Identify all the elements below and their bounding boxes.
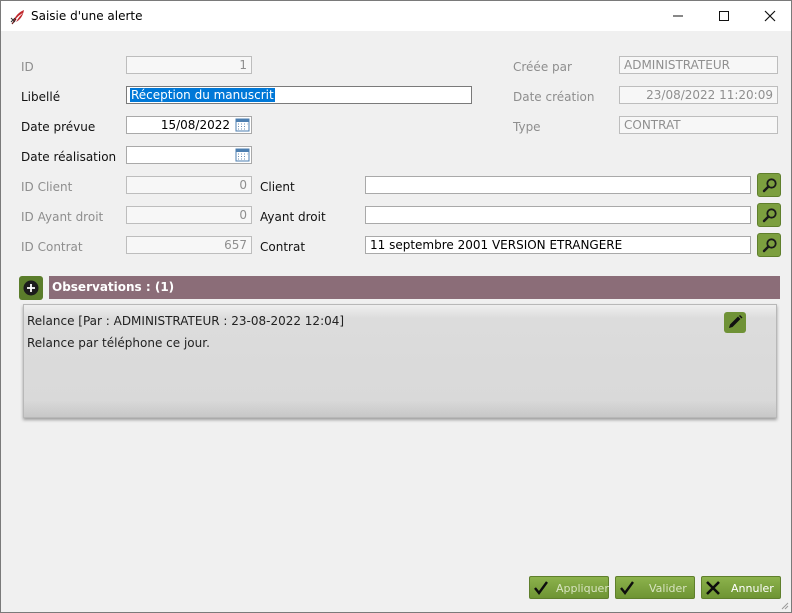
- add-observation-button[interactable]: [19, 276, 43, 300]
- client-label: Client: [260, 180, 295, 194]
- maximize-button[interactable]: [701, 1, 747, 31]
- contrat-label: Contrat: [260, 240, 306, 254]
- edit-observation-button[interactable]: [724, 312, 746, 333]
- date-realisation-label: Date réalisation: [21, 150, 117, 164]
- id-client-label: ID Client: [21, 180, 73, 194]
- apply-button[interactable]: Appliquer: [529, 576, 609, 599]
- cancel-button[interactable]: Annuler: [701, 576, 781, 599]
- search-client-button[interactable]: [757, 173, 781, 197]
- calendar-icon[interactable]: [234, 117, 251, 133]
- search-icon: [762, 178, 777, 193]
- libelle-label: Libellé: [21, 90, 61, 104]
- apply-label: Appliquer: [556, 582, 609, 595]
- observation-card: Relance [Par : ADMINISTRATEUR : 23-08-20…: [23, 304, 777, 418]
- search-contrat-button[interactable]: [757, 233, 781, 257]
- date-prevue-label: Date prévue: [21, 120, 96, 134]
- minimize-button[interactable]: [655, 1, 701, 31]
- close-icon: [764, 10, 776, 22]
- id-contrat-label: ID Contrat: [21, 240, 83, 254]
- contrat-input[interactable]: 11 septembre 2001 VERSION ETRANGERE: [365, 236, 751, 254]
- observation-header-text: Relance [Par : ADMINISTRATEUR : 23-08-20…: [27, 314, 345, 328]
- date-creation-field: 23/08/2022 11:20:09: [619, 86, 778, 104]
- type-field: CONTRAT: [619, 116, 778, 134]
- observations-title: Observations : (1): [52, 280, 175, 294]
- search-icon: [762, 208, 777, 223]
- id-ayant-droit-field: 0: [126, 206, 252, 224]
- cancel-label: Annuler: [731, 582, 774, 595]
- libelle-selected-text: Réception du manuscrit: [130, 88, 275, 102]
- creee-par-field: ADMINISTRATEUR: [619, 56, 778, 74]
- id-field: 1: [126, 56, 252, 74]
- checkmark-icon: [534, 581, 548, 595]
- ayant-droit-label: Ayant droit: [260, 210, 326, 224]
- title-bar[interactable]: Saisie d'une alerte: [1, 1, 791, 31]
- libelle-input[interactable]: Réception du manuscrit: [126, 86, 472, 104]
- client-input[interactable]: [365, 176, 751, 194]
- id-contrat-field: 657: [126, 236, 252, 254]
- plus-circle-icon: [23, 280, 39, 296]
- maximize-icon: [719, 11, 729, 21]
- date-prevue-input[interactable]: 15/08/2022: [126, 116, 252, 134]
- validate-label: Valider: [649, 582, 687, 595]
- search-ayant-droit-button[interactable]: [757, 203, 781, 227]
- cross-icon: [706, 581, 720, 595]
- date-realisation-input[interactable]: [126, 146, 252, 164]
- date-creation-label: Date création: [513, 90, 595, 104]
- minimize-icon: [673, 15, 683, 17]
- observations-header: Observations : (1): [49, 276, 780, 299]
- feather-quill-icon: [10, 10, 24, 25]
- validate-button[interactable]: Valider: [615, 576, 695, 599]
- type-label: Type: [513, 120, 541, 134]
- ayant-droit-input[interactable]: [365, 206, 751, 224]
- id-client-field: 0: [126, 176, 252, 194]
- date-prevue-value: 15/08/2022: [160, 118, 230, 132]
- close-button[interactable]: [747, 1, 791, 31]
- search-icon: [762, 238, 777, 253]
- observation-body-text: Relance par téléphone ce jour.: [27, 336, 210, 350]
- calendar-icon[interactable]: [234, 147, 251, 163]
- checkmark-icon: [620, 581, 634, 595]
- pencil-icon: [729, 315, 743, 328]
- window-title: Saisie d'une alerte: [31, 9, 143, 23]
- resize-grip-icon[interactable]: [779, 600, 789, 610]
- alert-entry-window: Saisie d'une alerte ID 1 Libellé Récepti…: [0, 0, 792, 613]
- id-ayant-droit-label: ID Ayant droit: [21, 210, 104, 224]
- creee-par-label: Créée par: [513, 60, 572, 74]
- id-label: ID: [21, 60, 34, 74]
